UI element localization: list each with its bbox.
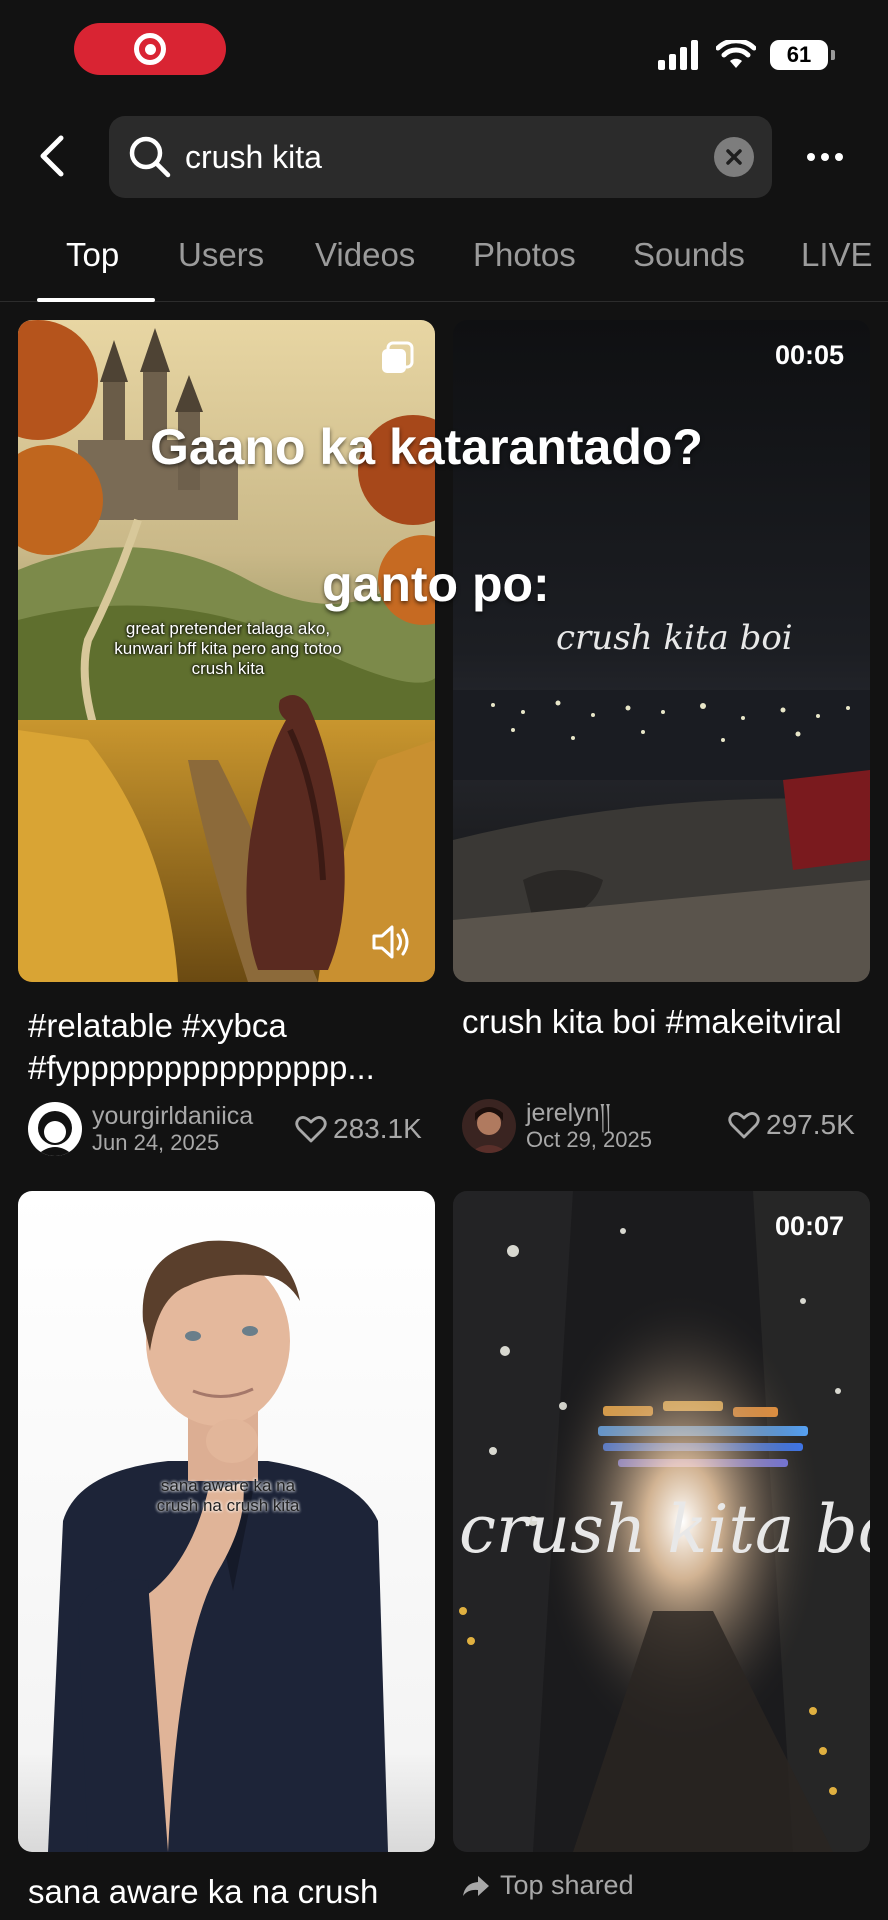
search-icon — [129, 136, 171, 178]
result-card[interactable]: sana aware ka na crush na crush kita — [18, 1191, 435, 1852]
heart-icon — [295, 1116, 327, 1143]
results-tabs: Top Users Videos Photos Sounds LIVE — [0, 220, 888, 302]
tab-users[interactable]: Users — [178, 236, 264, 274]
tab-top[interactable]: Top — [66, 236, 119, 274]
like-count-value: 297.5K — [766, 1109, 855, 1140]
overlay-text-line2: ganto po: — [322, 556, 550, 612]
username: yourgirldaniica — [92, 1102, 254, 1130]
wifi-icon — [716, 40, 756, 68]
post-date: Jun 24, 2025 — [92, 1130, 220, 1155]
video-duration: 00:07 — [774, 1211, 844, 1241]
tab-photos[interactable]: Photos — [473, 236, 576, 274]
more-options-button[interactable] — [800, 132, 850, 182]
status-bar: 61 — [0, 0, 888, 100]
card-description[interactable]: crush kita boi #makeitviral — [462, 1001, 862, 1043]
video-script-overlay: crush kita boi — [556, 618, 793, 658]
card-description[interactable]: #relatable #xybca #fyppppppppppppppp... — [28, 1005, 428, 1089]
back-button[interactable] — [28, 128, 76, 184]
close-icon — [726, 149, 742, 165]
top-shared-label: Top shared — [500, 1870, 634, 1900]
search-header — [0, 112, 888, 200]
photo-carousel-icon — [382, 341, 414, 373]
thinking-man-image — [18, 1191, 435, 1852]
avatar — [28, 1102, 82, 1156]
like-count-value: 283.1K — [333, 1113, 422, 1144]
active-tab-indicator — [37, 298, 155, 302]
share-arrow-icon — [463, 1875, 489, 1896]
more-icon — [807, 153, 815, 161]
video-script-overlay: crush kita boi — [459, 1491, 870, 1568]
card-description[interactable]: sana aware ka na crush — [28, 1871, 428, 1913]
overlay-text-line1: Gaano ka katarantado? — [150, 419, 703, 475]
battery-level: 61 — [786, 42, 812, 67]
search-input[interactable] — [185, 138, 714, 176]
like-count: 297.5K — [728, 1109, 855, 1141]
tab-live[interactable]: LIVE — [801, 236, 873, 274]
battery-indicator: 61 — [770, 40, 835, 70]
chevron-left-icon — [40, 135, 64, 177]
tab-videos[interactable]: Videos — [315, 236, 415, 274]
cellular-signal-icon — [658, 40, 698, 70]
status-icons: 61 — [658, 40, 835, 70]
card-caption-overlay: sana aware ka na crush na crush kita — [156, 1476, 300, 1515]
result-card[interactable]: 00:07 crush kita boi — [453, 1191, 870, 1852]
username: jerelyn།། — [526, 1099, 611, 1127]
sound-on-icon[interactable] — [370, 922, 412, 962]
post-date: Oct 29, 2025 — [526, 1127, 652, 1152]
top-shared-badge: Top shared — [462, 1870, 634, 1901]
record-icon — [134, 33, 166, 65]
card-caption-overlay: great pretender talaga ako, kunwari bff … — [114, 619, 342, 678]
card-author[interactable]: jerelyn།། Oct 29, 2025 — [462, 1099, 652, 1153]
video-duration: 00:05 — [774, 340, 844, 370]
heart-icon — [728, 1112, 760, 1139]
like-count: 283.1K — [295, 1113, 422, 1145]
tab-sounds[interactable]: Sounds — [633, 236, 745, 274]
screen-recording-indicator[interactable] — [74, 23, 226, 75]
clear-search-button[interactable] — [714, 137, 754, 177]
card-author[interactable]: yourgirldaniica Jun 24, 2025 — [28, 1102, 253, 1156]
search-bar[interactable] — [109, 116, 772, 198]
search-results-screen: 61 Top Users V — [0, 0, 888, 1920]
avatar — [462, 1099, 516, 1153]
